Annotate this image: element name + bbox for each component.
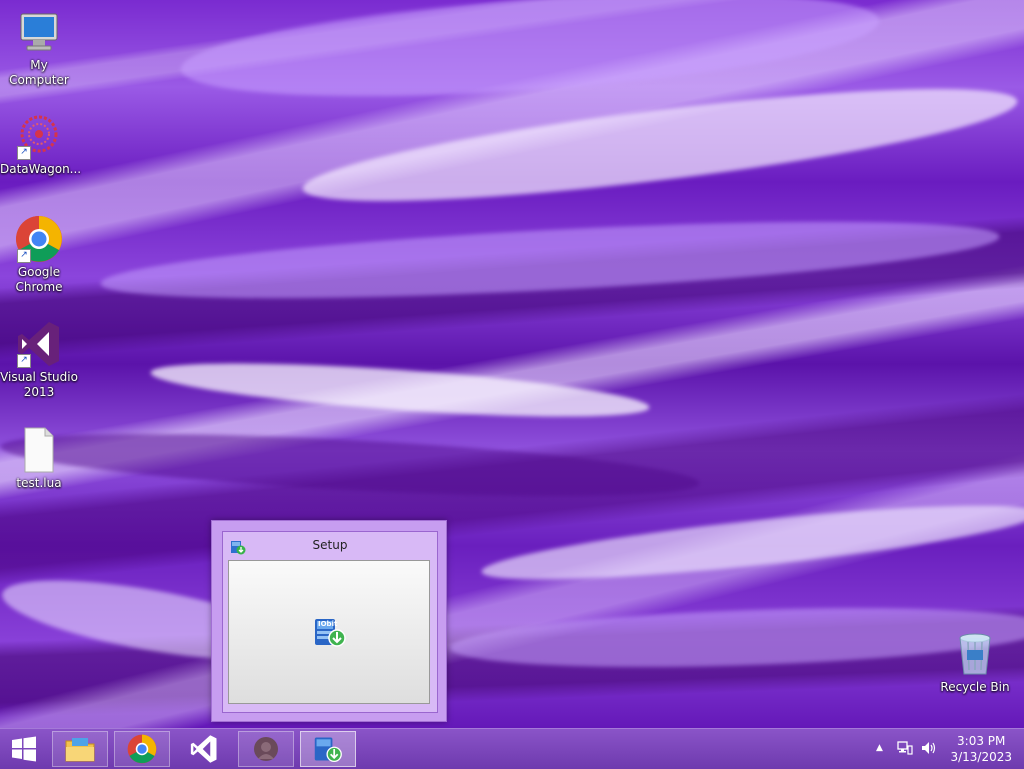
shortcut-arrow-icon: ↗ xyxy=(17,146,31,160)
taskbar-chrome[interactable] xyxy=(114,731,170,767)
windows-start-button[interactable] xyxy=(0,729,48,769)
app-icon xyxy=(254,737,278,761)
desktop-icon-label: Visual Studio 2013 xyxy=(0,370,78,399)
clock-date: 3/13/2023 xyxy=(950,750,1012,764)
desktop-icon-label: test.lua xyxy=(16,476,62,490)
taskbar-file-explorer[interactable] xyxy=(52,731,108,767)
desktop-icon-recycle-bin[interactable]: Recycle Bin xyxy=(936,630,1014,695)
iobit-icon xyxy=(314,737,342,763)
desktop-icon-visual-studio[interactable]: ↗ Visual Studio 2013 xyxy=(0,320,78,400)
setup-window-title: Setup xyxy=(312,538,348,552)
desktop-icon-label: Recycle Bin xyxy=(940,680,1010,694)
desktop-icon-google-chrome[interactable]: ↗ Google Chrome xyxy=(0,215,78,295)
iobit-logo-icon: IObit xyxy=(313,615,347,649)
shortcut-arrow-icon: ↗ xyxy=(17,354,31,368)
volume-icon[interactable] xyxy=(920,740,938,759)
wallpaper-wave xyxy=(149,352,651,428)
taskbar-iobit-setup[interactable] xyxy=(300,731,356,767)
wallpaper-wave xyxy=(99,206,1001,314)
desktop-icon-datawagon[interactable]: ↗ DataWagon... xyxy=(0,112,82,177)
tray-chevron-icon[interactable]: ▲ xyxy=(876,743,883,753)
visual-studio-icon: ↗ xyxy=(15,320,63,368)
visual-studio-icon xyxy=(190,735,217,763)
desktop-icon-label: DataWagon... xyxy=(0,162,82,176)
taskbar-app[interactable] xyxy=(238,731,294,767)
setup-window-frame: Setup IObit xyxy=(222,531,438,713)
clock-time: 3:03 PM xyxy=(957,734,1006,748)
windows-start-icon xyxy=(12,736,36,762)
wallpaper-wave xyxy=(479,490,1024,595)
desktop-icon-label: Google Chrome xyxy=(15,265,63,294)
setup-window-content: IObit xyxy=(228,560,430,704)
desktop-icon-label: My Computer xyxy=(9,58,69,87)
datawagon-icon: ↗ xyxy=(15,112,63,160)
chrome-icon: ↗ xyxy=(15,215,63,263)
file-explorer-icon xyxy=(65,738,95,762)
taskbar-visual-studio[interactable] xyxy=(176,731,232,767)
wallpaper-wave xyxy=(0,421,701,509)
desktop-icon-my-computer[interactable]: My Computer xyxy=(0,8,78,88)
taskbar-clock[interactable]: 3:03 PM 3/13/2023 xyxy=(950,733,1012,765)
shortcut-arrow-icon: ↗ xyxy=(17,249,31,263)
recycle-bin-icon xyxy=(951,630,999,678)
iobit-logo-text: IObit xyxy=(318,620,338,628)
desktop-icon-test-lua[interactable]: test.lua xyxy=(0,426,78,491)
file-icon xyxy=(15,426,63,474)
network-icon[interactable] xyxy=(897,740,913,759)
chrome-icon xyxy=(127,734,157,764)
desktop[interactable]: My Computer ↗ DataWagon... ↗ Google Chro… xyxy=(0,0,1024,728)
taskbar: ▲ 3:03 PM 3/13/2023 xyxy=(0,728,1024,769)
computer-icon xyxy=(15,8,63,56)
setup-window[interactable]: Setup IObit xyxy=(211,520,447,722)
